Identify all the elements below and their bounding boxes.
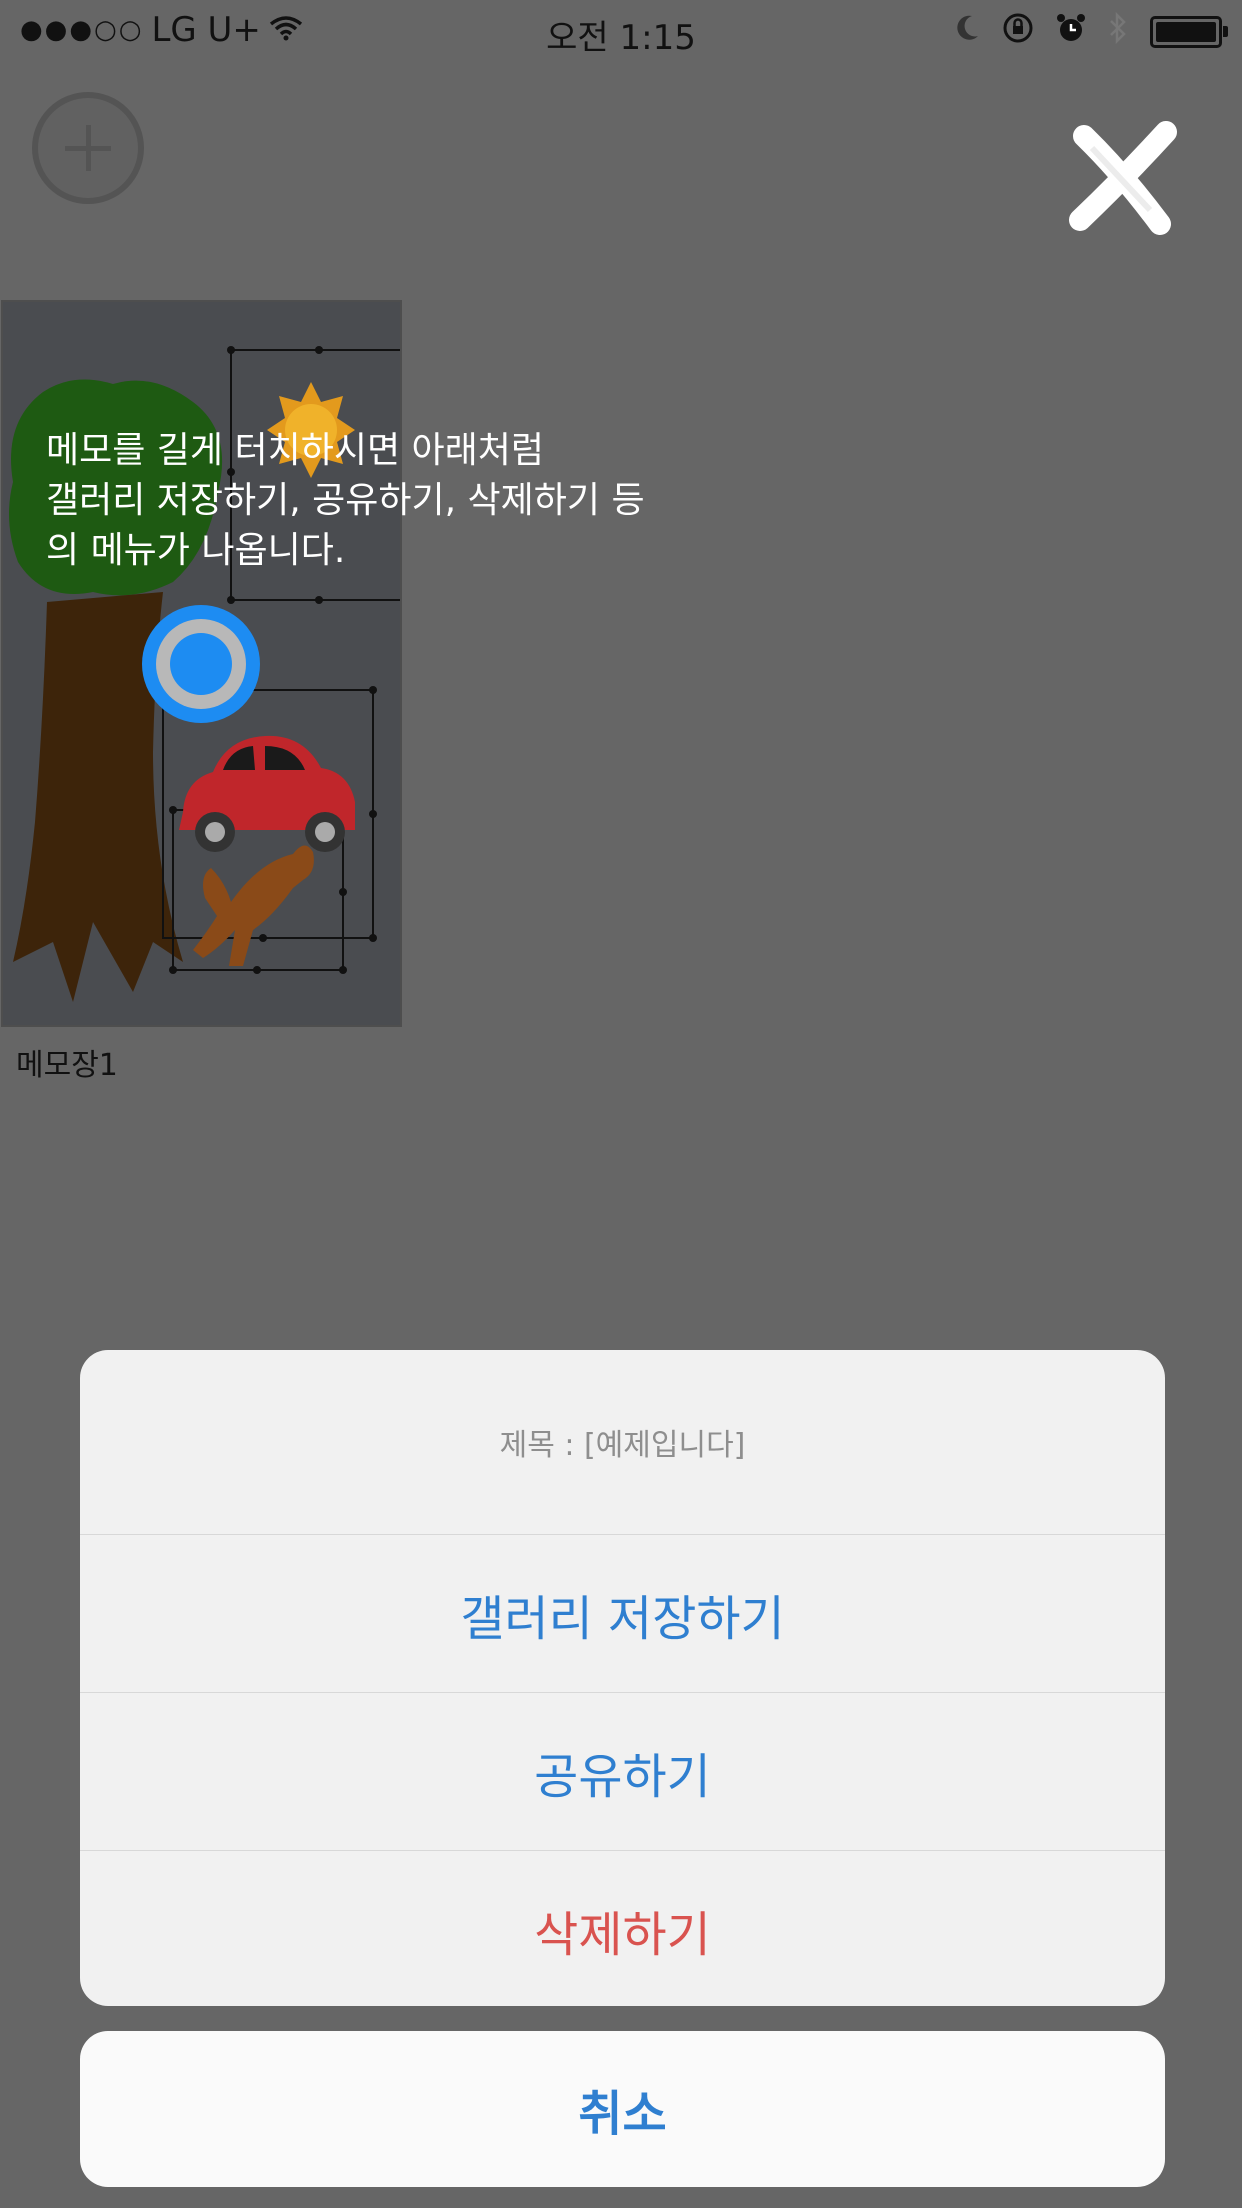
- action-sheet-title: 제목 : [예제입니다]: [80, 1350, 1165, 1535]
- bluetooth-icon: [1108, 11, 1128, 52]
- close-button[interactable]: [1062, 118, 1182, 238]
- add-memo-button[interactable]: [32, 92, 144, 204]
- battery-icon: [1150, 16, 1228, 48]
- moon-icon: [954, 14, 980, 50]
- tutorial-hint-text: 메모를 길게 터치하시면 아래처럼 갤러리 저장하기, 공유하기, 삭제하기 등…: [46, 430, 645, 571]
- memo-name-label: 메모장1: [16, 1048, 118, 1083]
- share-button[interactable]: 공유하기: [80, 1693, 1165, 1851]
- status-bar: ●●●○○ LG U+ 오전 1:15: [0, 0, 1242, 60]
- cancel-button[interactable]: 취소: [80, 2031, 1165, 2187]
- touch-indicator-icon: [142, 605, 260, 723]
- delete-button[interactable]: 삭제하기: [80, 1851, 1165, 2006]
- save-to-gallery-button[interactable]: 갤러리 저장하기: [80, 1535, 1165, 1693]
- status-bar-right: [954, 11, 1228, 52]
- rotation-lock-icon: [1002, 12, 1034, 52]
- alarm-icon: [1056, 13, 1086, 51]
- action-sheet: 제목 : [예제입니다] 갤러리 저장하기 공유하기 삭제하기: [80, 1350, 1165, 2006]
- close-x-icon: [1069, 121, 1177, 235]
